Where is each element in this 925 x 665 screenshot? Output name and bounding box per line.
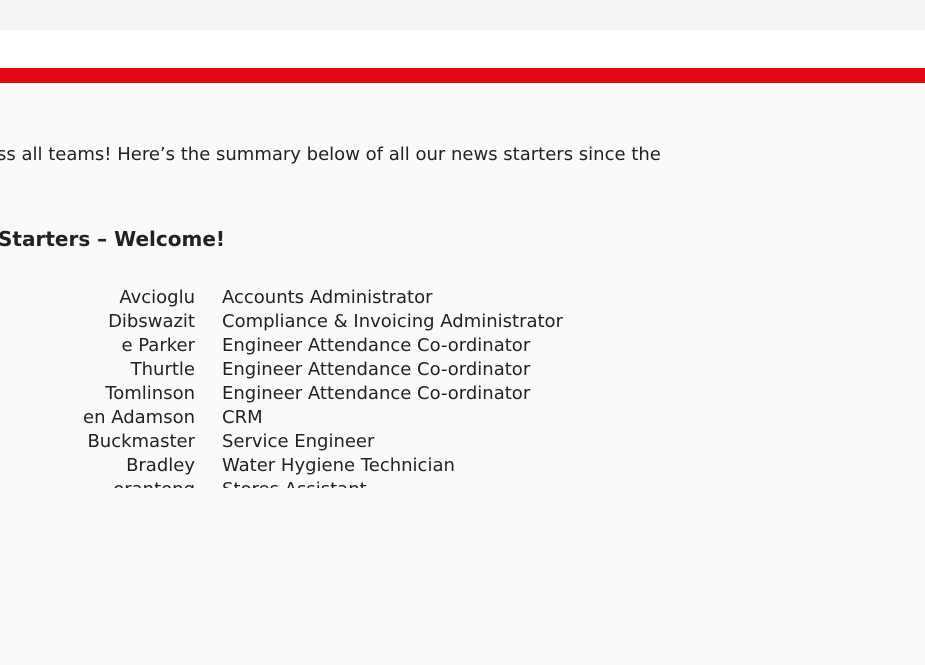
list-item: Thurtle Engineer Attendance Co-ordinator — [0, 358, 925, 382]
starter-name: en Adamson — [83, 407, 195, 428]
list-item: en Adamson CRM — [0, 406, 925, 430]
list-item: Tomlinson Engineer Attendance Co-ordinat… — [0, 382, 925, 406]
starter-role: Engineer Attendance Co-ordinator — [222, 335, 531, 356]
starter-role: CRM — [222, 407, 263, 428]
section-heading: Starters – Welcome! — [0, 227, 226, 251]
starter-name: orantong — [113, 478, 195, 488]
list-item: Dibswazit Compliance & Invoicing Adminis… — [0, 310, 925, 334]
new-starters-list: Avcioglu Accounts Administrator Dibswazi… — [0, 286, 925, 488]
list-item: orantong Stores Assistant — [0, 478, 925, 488]
list-item: e Parker Engineer Attendance Co-ordinato… — [0, 334, 925, 358]
starter-name: Bradley — [126, 455, 195, 476]
starter-name: Avcioglu — [119, 287, 195, 308]
starter-name: Buckmaster — [87, 431, 195, 452]
starter-role: Accounts Administrator — [222, 287, 433, 308]
list-item: Bradley Water Hygiene Technician — [0, 454, 925, 478]
brand-accent-bar — [0, 68, 925, 83]
starter-name: Dibswazit — [108, 311, 195, 332]
starter-role: Service Engineer — [222, 431, 375, 452]
starter-name: Thurtle — [130, 359, 195, 380]
starter-name: e Parker — [121, 335, 195, 356]
starter-role: Engineer Attendance Co-ordinator — [222, 383, 531, 404]
email-header-band — [0, 30, 925, 68]
window-top-strip — [0, 0, 925, 30]
starter-role: Compliance & Invoicing Administrator — [222, 311, 563, 332]
intro-paragraph: ss all teams! Here’s the summary below o… — [0, 144, 661, 165]
list-item: Avcioglu Accounts Administrator — [0, 286, 925, 310]
starter-name: Tomlinson — [105, 383, 195, 404]
starter-role: Water Hygiene Technician — [222, 455, 455, 476]
list-item: Buckmaster Service Engineer — [0, 430, 925, 454]
starter-role: Engineer Attendance Co-ordinator — [222, 359, 531, 380]
starter-role: Stores Assistant — [222, 478, 367, 488]
